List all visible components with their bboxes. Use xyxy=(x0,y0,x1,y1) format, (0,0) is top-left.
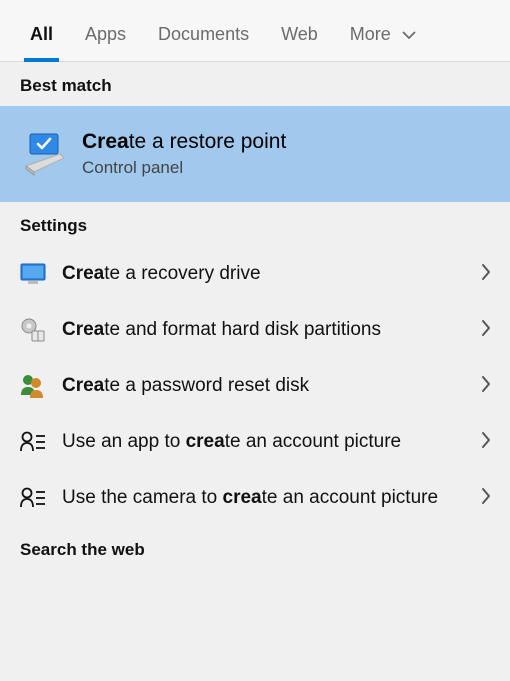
settings-result-3[interactable]: Use an app to create an account picture xyxy=(0,414,510,470)
chevron-right-icon xyxy=(480,262,492,287)
tab-all[interactable]: All xyxy=(28,18,55,61)
settings-result-1[interactable]: Create and format hard disk partitions xyxy=(0,302,510,358)
settings-result-4[interactable]: Use the camera to create an account pict… xyxy=(0,470,510,526)
section-header-search-web: Search the web xyxy=(0,526,510,570)
chevron-right-icon xyxy=(480,374,492,399)
chevron-right-icon xyxy=(480,486,492,511)
tab-apps[interactable]: Apps xyxy=(83,18,128,61)
best-match-text: Create a restore point Control panel xyxy=(82,130,286,178)
section-header-settings: Settings xyxy=(0,202,510,246)
chevron-right-icon xyxy=(480,430,492,455)
person-list-icon xyxy=(18,483,48,513)
settings-result-0[interactable]: Create a recovery drive xyxy=(0,246,510,302)
section-header-best-match: Best match xyxy=(0,62,510,106)
result-label: Use the camera to create an account pict… xyxy=(62,485,480,511)
filter-tabs: All Apps Documents Web More xyxy=(0,0,510,62)
monitor-blue-icon xyxy=(18,259,48,289)
tab-web[interactable]: Web xyxy=(279,18,320,61)
result-label: Create a password reset disk xyxy=(62,373,480,399)
settings-results-list: Create a recovery drive Create and format… xyxy=(0,246,510,526)
tab-documents[interactable]: Documents xyxy=(156,18,251,61)
result-label: Create a recovery drive xyxy=(62,261,480,287)
person-list-icon xyxy=(18,427,48,457)
settings-result-2[interactable]: Create a password reset disk xyxy=(0,358,510,414)
tab-more[interactable]: More xyxy=(348,18,418,61)
result-label: Use an app to create an account picture xyxy=(62,429,480,455)
result-label: Create and format hard disk partitions xyxy=(62,317,480,343)
gear-partition-icon xyxy=(18,315,48,345)
chevron-down-icon xyxy=(402,24,416,45)
best-match-result[interactable]: Create a restore point Control panel xyxy=(0,106,510,202)
chevron-right-icon xyxy=(480,318,492,343)
users-key-icon xyxy=(18,371,48,401)
system-restore-icon xyxy=(20,130,68,178)
